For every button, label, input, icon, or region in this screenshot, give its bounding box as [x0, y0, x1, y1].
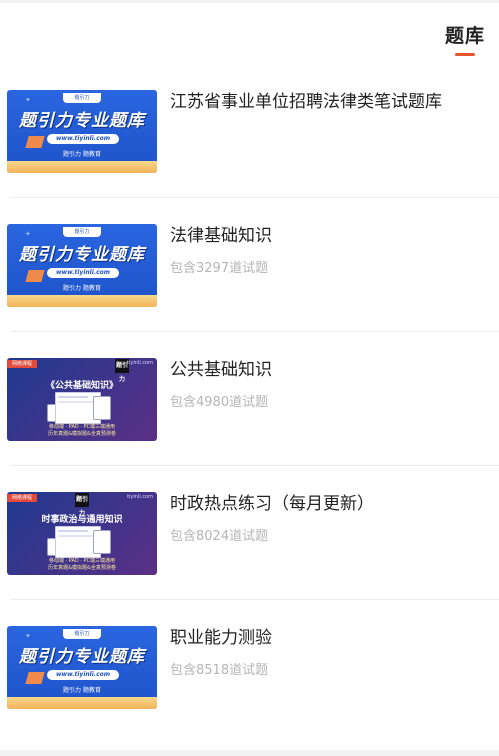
list-item[interactable]: 网络课程 题引力 tiyinli.com 《公共基础知识》 移动端 · PAD …: [7, 332, 499, 466]
thumbnail-site: tiyinli.com: [127, 360, 153, 366]
thumbnail-title: 时事政治与通用知识: [41, 515, 123, 525]
star-icon: ✦: [25, 632, 31, 640]
list-item[interactable]: ✦ 题引力 题引力专业题库 www.tiyinli.com 题引力 题教育 职业…: [7, 600, 499, 733]
thumbnail-tag: 网络课程: [7, 360, 37, 368]
thumbnail-badge: 题引力: [63, 93, 101, 103]
thumbnail-caption-line: 移动端 · PAD · PC端三端通用: [48, 424, 115, 430]
book-icon: [25, 270, 45, 282]
thumbnail-caption-line: 历年真题&模拟题&全真预测卷: [48, 431, 116, 437]
item-title[interactable]: 江苏省事业单位招聘法律类笔试题库: [170, 90, 499, 114]
item-title[interactable]: 公共基础知识: [170, 358, 499, 382]
thumbnail-caption-line: 历年真题&模拟题&全真预测卷: [48, 565, 116, 571]
thumbnail-base: [7, 161, 157, 173]
thumbnail-slogan: 题引力 题教育: [63, 285, 101, 292]
thumbnail-url: www.tiyinli.com: [47, 268, 119, 278]
header: 题库: [0, 3, 499, 63]
list-item[interactable]: ✦ 题引力 题引力专业题库 www.tiyinli.com 题引力 题教育 法律…: [7, 198, 499, 332]
thumbnail-base: [7, 295, 157, 307]
thumbnail-slogan: 题引力 题教育: [63, 687, 101, 694]
thumbnail-caption: 移动端 · PAD · PC端三端通用 历年真题&模拟题&全真预测卷: [7, 424, 157, 438]
item-question-count: 包含8024道试题: [170, 529, 269, 544]
thumbnail-headline: 题引力专业题库: [19, 647, 145, 667]
thumbnail-url: www.tiyinli.com: [47, 670, 119, 680]
thumbnail-base: [7, 697, 157, 709]
thumbnail-url: www.tiyinli.com: [47, 134, 119, 144]
item-question-count: 包含8518道试题: [170, 663, 269, 678]
item-question-count: 包含4980道试题: [170, 395, 269, 410]
tab-question-bank[interactable]: 题库: [445, 21, 485, 48]
book-icon: [25, 672, 45, 684]
question-bank-list: ✦ 题引力 题引力专业题库 www.tiyinli.com 题引力 题教育 江苏…: [0, 64, 499, 733]
thumbnail-tag: 网络课程: [7, 494, 37, 502]
thumbnail-caption: 移动端 · PAD · PC端三端通用 历年真题&模拟题&全真预测卷: [7, 558, 157, 572]
item-thumbnail: ✦ 题引力 题引力专业题库 www.tiyinli.com 题引力 题教育: [7, 224, 157, 307]
star-icon: ✦: [25, 96, 31, 104]
thumbnail-logo: 题引力: [75, 493, 89, 517]
thumbnail-badge: 题引力: [63, 629, 101, 639]
item-question-count: 包含3297道试题: [170, 261, 269, 276]
tab-active-indicator: [455, 53, 475, 56]
thumbnail-caption-line: 移动端 · PAD · PC端三端通用: [48, 558, 115, 564]
list-item[interactable]: 网络课程 题引力 tiyinli.com 时事政治与通用知识 移动端 · PAD…: [7, 466, 499, 600]
book-icon: [25, 136, 45, 148]
item-thumbnail: ✦ 题引力 题引力专业题库 www.tiyinli.com 题引力 题教育: [7, 90, 157, 173]
item-thumbnail: 网络课程 题引力 tiyinli.com 时事政治与通用知识 移动端 · PAD…: [7, 492, 157, 575]
item-title[interactable]: 法律基础知识: [170, 224, 499, 248]
thumbnail-site: tiyinli.com: [127, 494, 153, 500]
tablet-icon: [93, 530, 111, 554]
star-icon: ✦: [25, 230, 31, 238]
thumbnail-headline: 题引力专业题库: [19, 245, 145, 265]
thumbnail-title: 《公共基础知识》: [45, 381, 118, 391]
item-title[interactable]: 职业能力测验: [170, 626, 499, 650]
item-thumbnail: 网络课程 题引力 tiyinli.com 《公共基础知识》 移动端 · PAD …: [7, 358, 157, 441]
thumbnail-badge: 题引力: [63, 227, 101, 237]
bottom-strip: [0, 750, 499, 756]
list-item[interactable]: ✦ 题引力 题引力专业题库 www.tiyinli.com 题引力 题教育 江苏…: [7, 64, 499, 198]
item-thumbnail: ✦ 题引力 题引力专业题库 www.tiyinli.com 题引力 题教育: [7, 626, 157, 709]
tablet-icon: [93, 396, 111, 420]
thumbnail-slogan: 题引力 题教育: [63, 151, 101, 158]
item-title[interactable]: 时政热点练习（每月更新）: [170, 492, 499, 516]
thumbnail-headline: 题引力专业题库: [19, 111, 145, 131]
